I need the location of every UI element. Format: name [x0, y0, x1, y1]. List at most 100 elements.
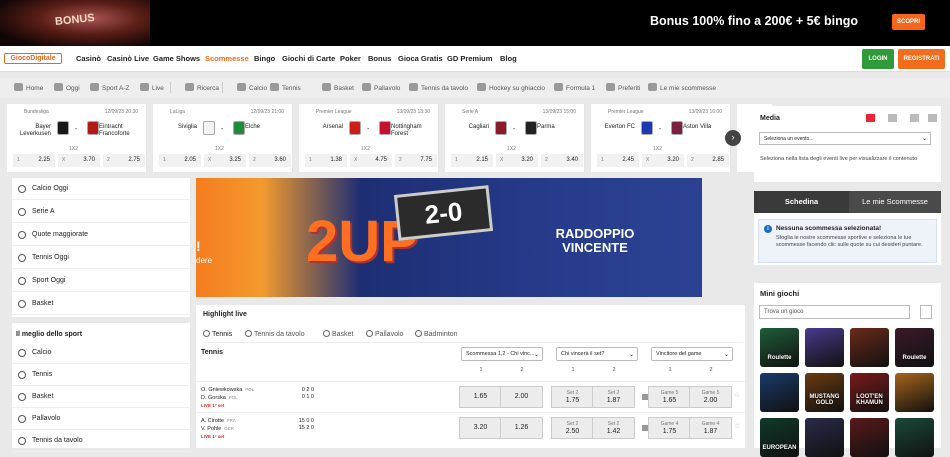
- odds-button[interactable]: X 3.70: [58, 154, 100, 167]
- sidebar-sport-item[interactable]: Calcio: [12, 342, 190, 364]
- mini-game-tile[interactable]: [760, 373, 799, 412]
- odds-button[interactable]: 2 3.60: [249, 154, 291, 167]
- tab-sport[interactable]: Badminton: [415, 330, 457, 338]
- media-event-select[interactable]: Seleziona un evento... ⌄: [759, 132, 931, 145]
- odds-button[interactable]: X 4.75: [350, 154, 392, 167]
- odds-button[interactable]: 2 7.75: [395, 154, 437, 167]
- market-dropdown[interactable]: Vincitore del game ⌄: [651, 347, 733, 361]
- subnav-item-0[interactable]: Home: [14, 83, 43, 92]
- nav-item-1[interactable]: Casinò Live: [107, 54, 149, 63]
- subnav-item-5[interactable]: Calcio: [237, 83, 267, 92]
- subnav-item-3[interactable]: Live: [140, 83, 164, 92]
- nav-item-6[interactable]: Poker: [340, 54, 361, 63]
- mini-game-tile[interactable]: [895, 418, 934, 457]
- match-row[interactable]: O. Gniewkowska POL D. Gorska POL LIVE 1° set…: [196, 381, 745, 411]
- event-card[interactable]: Premier League 13/09/23 13:30 Arsenal - Nott…: [299, 104, 439, 172]
- site-logo[interactable]: GiocoDigitale: [4, 53, 62, 64]
- mini-game-tile[interactable]: Roulette: [895, 328, 934, 367]
- odds-button[interactable]: 3.20: [459, 417, 502, 439]
- subnav-item-1[interactable]: Oggi: [54, 83, 80, 92]
- odds-button[interactable]: Game 4 1.75: [648, 417, 691, 439]
- event-card[interactable]: Premier League 13/09/23 16:00 Everton FC - A…: [591, 104, 731, 172]
- sidebar-item[interactable]: Quote maggiorate: [12, 224, 190, 246]
- mini-game-tile[interactable]: [895, 373, 934, 412]
- odds-button[interactable]: 2 2.75: [103, 154, 145, 167]
- mini-game-tile[interactable]: Roulette: [760, 328, 799, 367]
- search-square-icon[interactable]: [920, 305, 932, 319]
- register-button[interactable]: REGISTRATI: [898, 49, 945, 69]
- sidebar-sport-item[interactable]: Tennis: [12, 364, 190, 386]
- odds-button[interactable]: Game 5 1.65: [648, 386, 691, 408]
- sidebar-item[interactable]: Calcio Oggi: [12, 178, 190, 200]
- nav-item-5[interactable]: Giochi di Carte: [282, 54, 335, 63]
- odds-button[interactable]: 2 2.85: [687, 154, 729, 167]
- market-dropdown[interactable]: Scommessa 1,2 - Chi vinc... ⌄: [461, 347, 543, 361]
- events-next-arrow-icon[interactable]: ›: [725, 130, 741, 146]
- nav-item-0[interactable]: Casinò: [76, 54, 101, 63]
- sidebar-item[interactable]: Tennis Oggi: [12, 247, 190, 269]
- discover-button[interactable]: SCOPRI: [892, 14, 925, 30]
- sidebar-sport-item[interactable]: Pallavolo: [12, 408, 190, 430]
- event-card[interactable]: LaLiga 12/09/23 21:00 Siviglia - Elche 1X2 1 2.…: [153, 104, 293, 172]
- odds-button[interactable]: Game 5 2.00: [689, 386, 732, 408]
- sidebar-sport-item[interactable]: Tennis da tavolo: [12, 430, 190, 452]
- odds-button[interactable]: Set 2 1.42: [592, 417, 635, 439]
- odds-button[interactable]: Set 2 1.87: [592, 386, 635, 408]
- subnav-item-9[interactable]: Tennis da tavolo: [409, 83, 468, 92]
- odds-button[interactable]: 1.26: [500, 417, 543, 439]
- game-search-input[interactable]: Trova un gioco: [759, 305, 910, 319]
- odds-button[interactable]: 2 3.40: [541, 154, 583, 167]
- mini-game-tile[interactable]: LOOT'EN KHAMUN: [850, 373, 889, 412]
- subnav-item-4[interactable]: Ricerca: [185, 83, 219, 92]
- match-row[interactable]: A. Cirotte FRA V. Pohle GER LIVE 1° set 15 0 …: [196, 412, 745, 442]
- login-button[interactable]: LOGIN: [862, 49, 894, 69]
- star-icon[interactable]: ☆: [734, 391, 740, 399]
- sidebar-sport-item[interactable]: Basket: [12, 386, 190, 408]
- nav-item-7[interactable]: Bonus: [368, 54, 391, 63]
- tab-sport[interactable]: Basket: [323, 330, 353, 338]
- odds-button[interactable]: X 3.20: [642, 154, 684, 167]
- mini-game-tile[interactable]: [850, 418, 889, 457]
- odds-button[interactable]: 1 2.15: [451, 154, 493, 167]
- mini-game-tile[interactable]: EUROPEAN: [760, 418, 799, 457]
- scoreboard-icon[interactable]: [910, 114, 919, 122]
- odds-button[interactable]: Set 2 1.75: [551, 386, 594, 408]
- mini-game-tile[interactable]: [805, 328, 844, 367]
- subnav-item-6[interactable]: Tennis: [270, 83, 301, 92]
- subnav-item-11[interactable]: Formula 1: [554, 83, 595, 92]
- odds-button[interactable]: 1 2.45: [597, 154, 639, 167]
- subnav-item-10[interactable]: Hockey su ghiaccio: [477, 83, 545, 92]
- nav-item-4[interactable]: Bingo: [254, 54, 275, 63]
- tab-sport[interactable]: Pallavolo: [366, 330, 403, 338]
- nav-item-2[interactable]: Game Shows: [153, 54, 200, 63]
- market-dropdown[interactable]: Chi vincerà il set? ⌄: [556, 347, 638, 361]
- odds-button[interactable]: 1 2.05: [159, 154, 201, 167]
- odds-button[interactable]: X 3.20: [496, 154, 538, 167]
- video-icon[interactable]: [866, 114, 875, 122]
- odds-button[interactable]: 1.65: [459, 386, 502, 408]
- tab-sport[interactable]: Tennis: [203, 330, 232, 338]
- nav-item-8[interactable]: Gioca Gratis: [398, 54, 443, 63]
- mini-game-tile[interactable]: MUSTANG GOLD: [805, 373, 844, 412]
- nav-item-10[interactable]: Blog: [500, 54, 517, 63]
- tab-schedina[interactable]: Schedina: [754, 191, 849, 213]
- subnav-item-12[interactable]: Preferiti: [606, 83, 640, 92]
- subnav-item-13[interactable]: Le mie scommesse: [648, 83, 716, 92]
- odds-button[interactable]: 2.00: [500, 386, 543, 408]
- event-card[interactable]: Bundesliga 12/09/23 20:30 Bayer Leverkusen…: [7, 104, 147, 172]
- sidebar-item[interactable]: Basket: [12, 293, 190, 315]
- mini-game-tile[interactable]: [850, 328, 889, 367]
- stats-icon[interactable]: [888, 114, 897, 122]
- nav-item-3[interactable]: Scommesse: [205, 54, 249, 63]
- tab-sport[interactable]: Tennis da tavolo: [245, 330, 305, 338]
- nav-item-9[interactable]: GD Premium: [447, 54, 492, 63]
- sidebar-item[interactable]: Sport Oggi: [12, 270, 190, 292]
- field-icon[interactable]: [928, 114, 937, 122]
- promo-banner[interactable]: ! dere 2UP 2-0 RADDOPPIO VINCENTE: [196, 178, 745, 297]
- odds-button[interactable]: X 3.25: [204, 154, 246, 167]
- odds-button[interactable]: 1 2.25: [13, 154, 55, 167]
- event-card[interactable]: Serie A 13/09/23 15:00 Cagliari - Parma 1X2 1 2…: [445, 104, 585, 172]
- odds-button[interactable]: Set 2 2.50: [551, 417, 594, 439]
- mini-game-tile[interactable]: [805, 418, 844, 457]
- tab-my-bets[interactable]: Le mie Scommesse: [849, 191, 941, 213]
